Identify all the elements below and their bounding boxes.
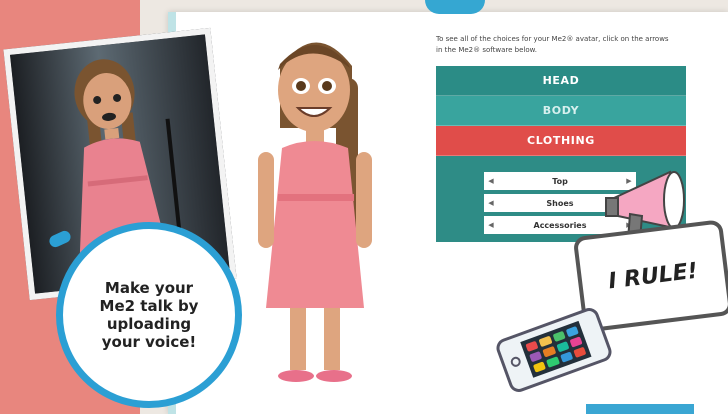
phone-home-button — [509, 355, 523, 369]
callout-bubble: Make your Me2 talk by uploading your voi… — [56, 222, 242, 408]
instructions-text: To see all of the choices for your Me2® … — [436, 35, 669, 54]
arrow-left-icon[interactable]: ◀ — [484, 177, 498, 185]
avatar-figure — [258, 42, 372, 382]
tab-body[interactable]: BODY — [436, 96, 686, 126]
corner-badge — [586, 404, 694, 414]
tab-head[interactable]: HEAD — [436, 66, 686, 96]
arrow-left-icon[interactable]: ◀ — [484, 221, 498, 229]
phone-screen — [520, 320, 592, 378]
blue-tab-decoration — [425, 0, 485, 14]
tab-clothing[interactable]: CLOTHING — [436, 126, 686, 156]
callout-text: Make your Me2 talk by uploading your voi… — [99, 279, 199, 351]
arrow-left-icon[interactable]: ◀ — [484, 199, 498, 207]
